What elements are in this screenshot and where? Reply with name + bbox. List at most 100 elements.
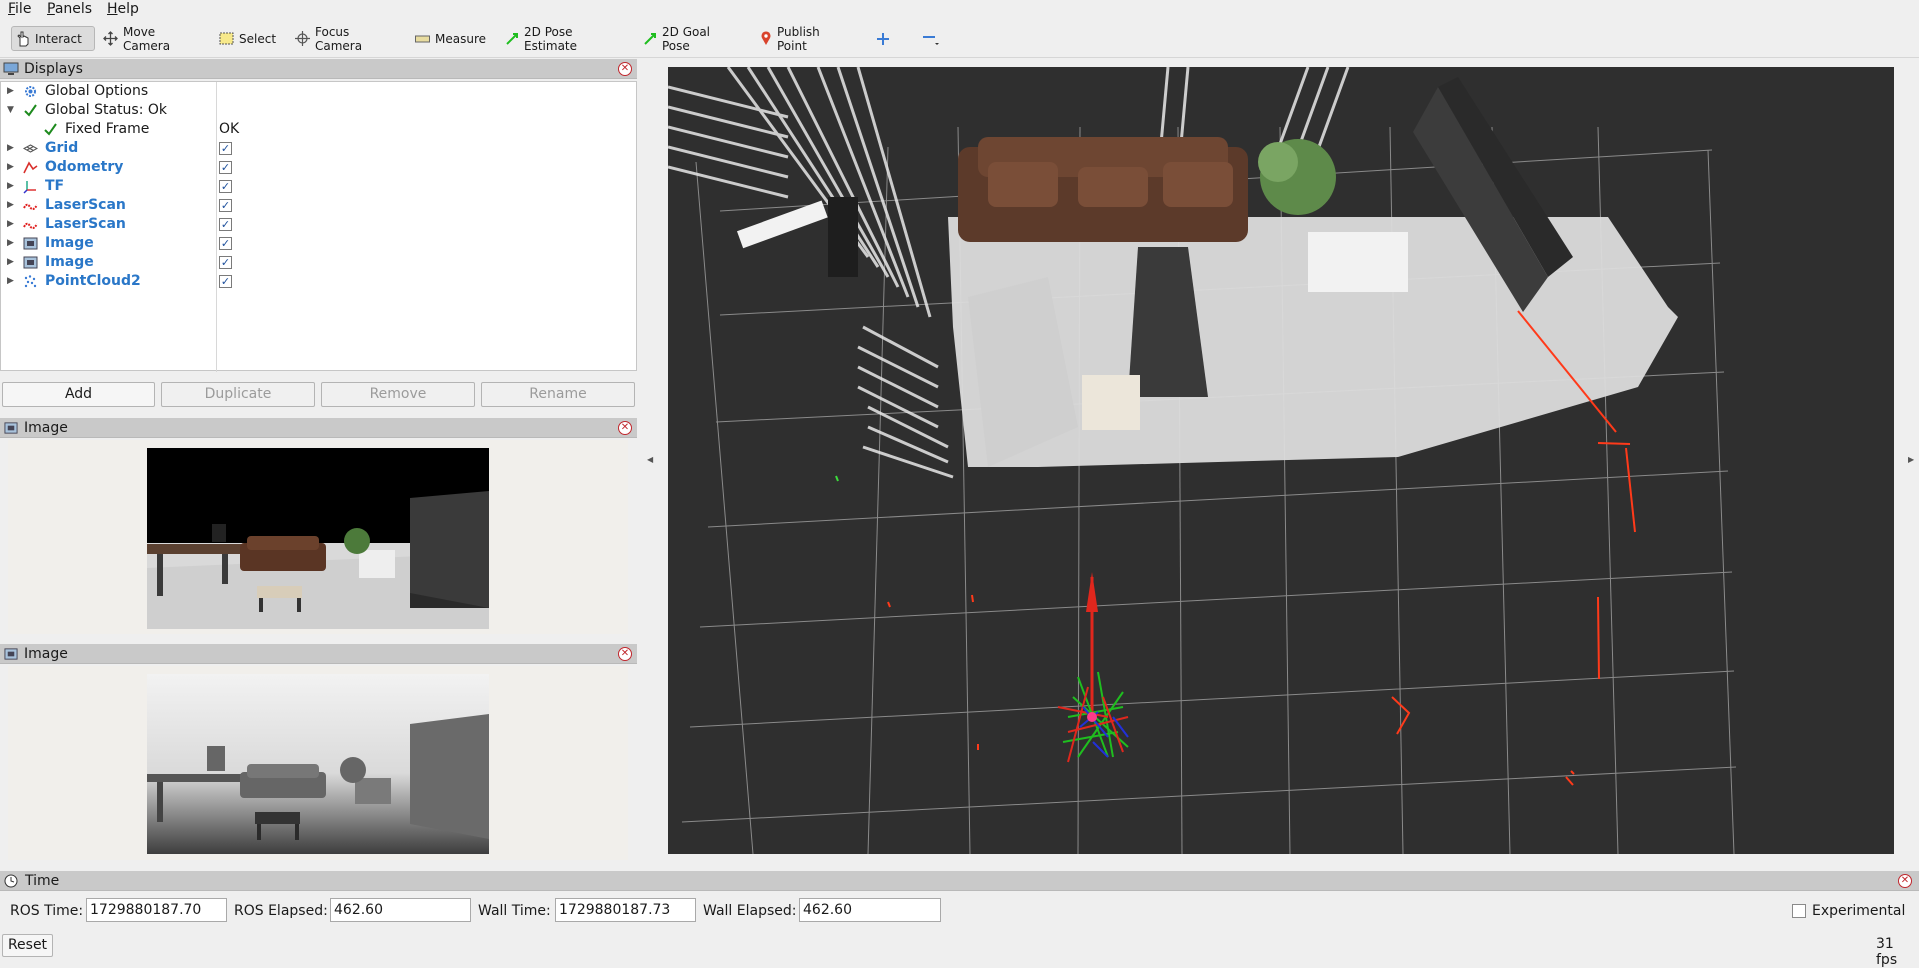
clock-icon: [4, 874, 18, 887]
select-box-icon: [219, 32, 234, 45]
fps-counter: 31 fps: [1876, 936, 1898, 968]
tree-item-fixed-frame[interactable]: Fixed Frame OK: [1, 120, 636, 139]
minus-icon: [923, 35, 939, 45]
ros-elapsed-label: ROS Elapsed:: [234, 903, 328, 919]
pointcloud-icon: [24, 275, 37, 288]
move-camera-tool-button[interactable]: Move Camera: [99, 24, 195, 53]
tree-item-laserscan-2[interactable]: ▶ LaserScan ✓: [1, 215, 636, 234]
pointcloud2-checkbox[interactable]: ✓: [219, 275, 232, 288]
duplicate-display-button[interactable]: Duplicate: [161, 382, 315, 407]
expand-arrow-icon[interactable]: ▶: [7, 272, 14, 291]
depth-camera-image: [147, 674, 489, 854]
expand-arrow-icon[interactable]: ▶: [7, 82, 14, 101]
laserscan-checkbox[interactable]: ✓: [219, 199, 232, 212]
grid-checkbox[interactable]: ✓: [219, 142, 232, 155]
tree-item-image-1[interactable]: ▶ Image ✓: [1, 234, 636, 253]
laserscan-icon: [23, 222, 38, 230]
grid-icon: [23, 144, 38, 153]
expand-arrow-icon[interactable]: ▶: [7, 234, 14, 253]
displays-title: Displays: [24, 60, 83, 77]
close-image-panel-icon[interactable]: ✕: [618, 421, 632, 435]
2d-goal-pose-tool-button[interactable]: 2D Goal Pose: [639, 25, 735, 53]
ruler-icon: [415, 35, 430, 42]
3d-scene: [668, 67, 1737, 854]
tree-label: Image: [45, 235, 94, 251]
image-checkbox[interactable]: ✓: [219, 237, 232, 250]
ros-time-label: ROS Time:: [10, 903, 84, 919]
tree-label: Fixed Frame: [65, 121, 150, 137]
wall-elapsed-label: Wall Elapsed:: [703, 903, 797, 919]
time-panel-header: Time ✕: [0, 871, 1919, 891]
tree-item-odometry[interactable]: ▶ Odometry ✓: [1, 158, 636, 177]
image-panel-title: Image: [24, 645, 68, 662]
3d-viewport[interactable]: [668, 67, 1894, 854]
tree-item-pointcloud2[interactable]: ▶ PointCloud2 ✓: [1, 272, 636, 291]
select-label: Select: [239, 31, 277, 46]
wall-elapsed-field[interactable]: 462.60: [799, 898, 941, 922]
tree-item-laserscan-1[interactable]: ▶ LaserScan ✓: [1, 196, 636, 215]
publish-point-tool-button[interactable]: Publish Point: [756, 24, 852, 53]
experimental-checkbox[interactable]: [1792, 904, 1806, 918]
map-pin-icon: [761, 31, 771, 45]
add-tool-button[interactable]: [872, 26, 894, 51]
2d-pose-estimate-label: 2D Pose Estimate: [524, 24, 578, 53]
interact-tool-button[interactable]: Interact: [11, 26, 95, 51]
expand-arrow-icon[interactable]: ▶: [7, 196, 14, 215]
expand-arrow-icon[interactable]: ▶: [7, 139, 14, 158]
wall-time-label: Wall Time:: [478, 903, 551, 919]
add-display-button[interactable]: Add: [2, 382, 155, 407]
close-image-panel-icon[interactable]: ✕: [618, 647, 632, 661]
remove-display-button[interactable]: Remove: [321, 382, 475, 407]
select-tool-button[interactable]: Select: [215, 26, 277, 51]
close-time-panel-icon[interactable]: ✕: [1898, 874, 1912, 888]
tree-item-global-options[interactable]: ▶ Global Options: [1, 82, 636, 101]
interact-label: Interact: [35, 31, 82, 46]
move-camera-label: Move Camera: [123, 24, 171, 53]
expand-arrow-icon[interactable]: ▶: [7, 177, 14, 196]
collapse-left-arrow-icon[interactable]: ◀: [647, 455, 653, 464]
menu-file[interactable]: File: [8, 0, 31, 18]
collapse-right-arrow-icon[interactable]: ▶: [1908, 455, 1914, 464]
measure-tool-button[interactable]: Measure: [411, 26, 486, 51]
tree-label: LaserScan: [45, 197, 126, 213]
image-panel-title: Image: [24, 419, 68, 436]
image-panel-2-header: Image ✕: [0, 644, 637, 664]
menu-help[interactable]: Help: [107, 0, 139, 18]
tf-checkbox[interactable]: ✓: [219, 180, 232, 193]
image-checkbox[interactable]: ✓: [219, 256, 232, 269]
rename-display-button[interactable]: Rename: [481, 382, 635, 407]
publish-point-label: Publish Point: [777, 24, 820, 53]
tree-item-grid[interactable]: ▶ Grid ✓: [1, 139, 636, 158]
monitor-icon: [3, 62, 19, 75]
laserscan-checkbox[interactable]: ✓: [219, 218, 232, 231]
collapse-arrow-icon[interactable]: ▼: [7, 101, 14, 120]
ros-elapsed-field[interactable]: 462.60: [330, 898, 471, 922]
expand-arrow-icon[interactable]: ▶: [7, 253, 14, 272]
close-displays-icon[interactable]: ✕: [618, 62, 632, 76]
checkmark-icon: [44, 123, 57, 136]
displays-panel-header: Displays ✕: [0, 59, 637, 79]
2d-pose-estimate-tool-button[interactable]: 2D Pose Estimate: [501, 24, 621, 53]
tree-item-global-status[interactable]: ▼ Global Status: Ok: [1, 101, 636, 120]
gear-icon: [25, 86, 36, 97]
measure-label: Measure: [435, 31, 486, 46]
tree-label: TF: [45, 178, 65, 194]
focus-camera-tool-button[interactable]: Focus Camera: [291, 25, 391, 53]
reset-button[interactable]: Reset: [2, 934, 53, 957]
expand-arrow-icon[interactable]: ▶: [7, 215, 14, 234]
image-panel-1-header: Image ✕: [0, 418, 637, 438]
odometry-checkbox[interactable]: ✓: [219, 161, 232, 174]
tree-item-tf[interactable]: ▶ TF ✓: [1, 177, 636, 196]
menu-panels[interactable]: Panels: [47, 0, 92, 18]
displays-tree: ▶ Global Options ▼ Global Status: Ok Fix…: [0, 81, 637, 372]
checkmark-icon: [24, 104, 37, 117]
tf-axes-icon: [23, 181, 36, 194]
expand-arrow-icon[interactable]: ▶: [7, 158, 14, 177]
tree-label: Image: [45, 254, 94, 270]
tree-label: Grid: [45, 140, 79, 156]
odometry-icon: [23, 161, 38, 174]
tree-item-image-2[interactable]: ▶ Image ✓: [1, 253, 636, 272]
remove-tool-button[interactable]: [918, 26, 942, 51]
ros-time-field[interactable]: 1729880187.70: [86, 898, 227, 922]
wall-time-field[interactable]: 1729880187.73: [555, 898, 696, 922]
